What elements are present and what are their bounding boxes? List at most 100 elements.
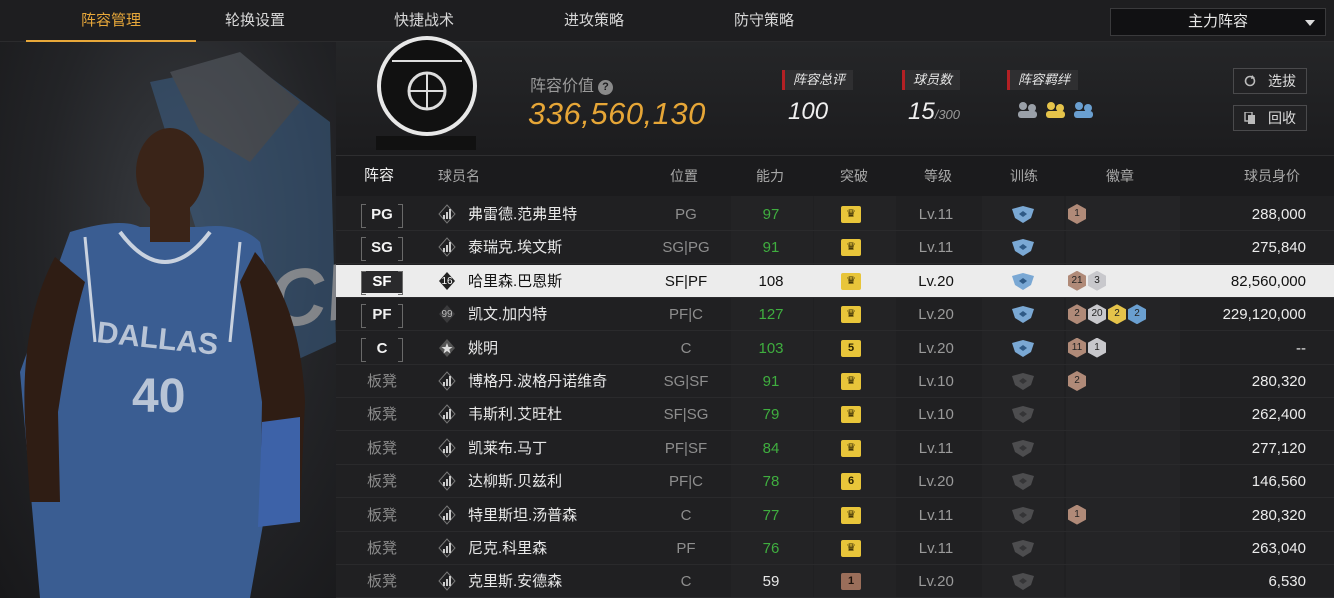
slot-cell: 板凳 <box>360 465 404 498</box>
player-name[interactable]: 凯莱布.马丁 <box>468 432 648 465</box>
training-shield-icon[interactable] <box>1011 339 1035 357</box>
training-shield-icon[interactable] <box>1011 540 1035 557</box>
slot-cell: 板凳 <box>360 532 404 565</box>
crown-icon: ♛ <box>841 406 861 424</box>
slot-cell: 板凳 <box>360 499 404 532</box>
bond-stat: 阵容羁绊 <box>1007 70 1095 120</box>
training-shield-icon[interactable] <box>1011 239 1035 257</box>
player-badge <box>436 198 458 231</box>
player-break: ♛ <box>816 432 886 465</box>
crown-icon: ♛ <box>841 272 861 290</box>
star-badge-icon <box>439 338 455 357</box>
training-shield-icon[interactable] <box>1011 206 1035 223</box>
position-slot: PG <box>361 204 403 228</box>
medal-badge: 3 <box>1088 270 1106 291</box>
table-row[interactable]: C 姚明 C 103 5 Lv.20 11 1 -- <box>336 332 1334 365</box>
players-max: /300 <box>934 107 961 122</box>
player-level: Lv.20 <box>918 573 954 591</box>
lineup-dropdown-value: 主力阵容 <box>1187 13 1248 30</box>
player-name[interactable]: 姚明 <box>468 332 648 365</box>
lineup-dropdown[interactable]: 主力阵容 <box>1110 8 1326 36</box>
player-name[interactable]: 弗雷德.范弗里特 <box>468 198 648 231</box>
medal-badge: 1 <box>1068 504 1086 525</box>
slot-cell: SG <box>360 231 404 264</box>
player-ability: 76 <box>762 540 780 557</box>
player-medals: 2 20 2 2 <box>1068 298 1178 331</box>
player-ability: 103 <box>758 339 784 357</box>
player-badge <box>436 465 458 498</box>
player-badge <box>436 432 458 465</box>
table-row[interactable]: 板凳 博格丹.波格丹诺维奇 SG|SF 91 ♛ Lv.10 2 280,320 <box>336 365 1334 398</box>
table-row[interactable]: SG 泰瑞克.埃文斯 SG|PG 91 ♛ Lv.11 275,840 <box>336 231 1334 265</box>
col-break: 突破 <box>840 168 868 184</box>
training-shield-icon[interactable] <box>1011 406 1035 424</box>
player-price: 280,320 <box>1251 506 1306 524</box>
help-icon[interactable]: ? <box>598 80 614 95</box>
table-row[interactable]: 板凳 克里斯.安德森 C 59 1 Lv.20 6,530 <box>336 565 1334 598</box>
player-medals <box>1068 398 1178 431</box>
tab-offense-strategy[interactable]: 进攻策略 <box>509 0 679 42</box>
medal-badge: 2 <box>1128 304 1146 325</box>
player-ability: 59 <box>762 573 780 591</box>
training-shield-icon[interactable] <box>1011 473 1035 491</box>
chevron-down-icon <box>1305 20 1315 26</box>
player-name[interactable]: 达柳斯.贝兹利 <box>468 465 648 498</box>
player-training <box>996 198 1050 231</box>
training-shield-icon[interactable] <box>1011 506 1035 524</box>
nets-logo <box>376 36 477 150</box>
bond-blue-icon[interactable] <box>1071 100 1095 120</box>
table-row[interactable]: 板凳 尼克.科里森 PF 76 ♛ Lv.11 263,040 <box>336 532 1334 565</box>
table-row[interactable]: PF 99 凯文.加内特 PF|C 127 ♛ Lv.20 2 20 2 2 229,… <box>336 298 1334 332</box>
player-name[interactable]: 哈里森.巴恩斯 <box>468 265 648 298</box>
scout-button-label: 选拔 <box>1268 73 1296 89</box>
training-shield-icon[interactable] <box>1011 439 1035 457</box>
training-shield-icon[interactable] <box>1011 373 1035 390</box>
table-row[interactable]: 板凳 达柳斯.贝兹利 PF|C 78 6 Lv.20 146,560 <box>336 465 1334 499</box>
recycle-button[interactable]: 回收 <box>1233 105 1307 131</box>
player-training <box>996 365 1050 398</box>
tab-defense-strategy[interactable]: 防守策略 <box>679 0 849 42</box>
slot-cell: 板凳 <box>360 398 404 431</box>
player-position: C <box>680 339 692 357</box>
player-position: PF <box>676 540 696 557</box>
bench-label: 板凳 <box>366 406 397 424</box>
slot-cell: PG <box>360 198 404 231</box>
player-portrait: ICE DALLAS 40 <box>0 42 336 598</box>
player-break: ♛ <box>816 499 886 532</box>
player-name[interactable]: 尼克.科里森 <box>468 532 648 565</box>
lineup-value: 336,560,130 <box>528 96 706 131</box>
player-name[interactable]: 韦斯利.艾旺杜 <box>468 398 648 431</box>
training-shield-icon[interactable] <box>1011 573 1035 591</box>
player-name[interactable]: 特里斯坦.汤普森 <box>468 499 648 532</box>
tab-rotation-settings[interactable]: 轮换设置 <box>170 0 340 42</box>
break-level-badge: 1 <box>841 573 861 591</box>
player-price: 263,040 <box>1251 540 1306 557</box>
player-name[interactable]: 博格丹.波格丹诺维奇 <box>468 365 648 398</box>
player-training <box>996 398 1050 431</box>
player-name[interactable]: 克里斯.安德森 <box>468 565 648 598</box>
player-break: 5 <box>816 332 886 365</box>
table-row[interactable]: 板凳 特里斯坦.汤普森 C 77 ♛ Lv.11 1 280,320 <box>336 499 1334 532</box>
rating-bars-icon <box>438 538 456 558</box>
bond-icons[interactable] <box>1007 100 1095 120</box>
training-shield-icon[interactable] <box>1011 272 1035 290</box>
player-break: ♛ <box>816 198 886 231</box>
training-shield-icon[interactable] <box>1011 306 1035 324</box>
table-row[interactable]: PG 弗雷德.范弗里特 PG 97 ♛ Lv.11 1 288,000 <box>336 198 1334 231</box>
player-badge <box>436 532 458 565</box>
bond-silver-icon[interactable] <box>1015 100 1039 120</box>
table-row[interactable]: 板凳 凯莱布.马丁 PF|SF 84 ♛ Lv.11 277,120 <box>336 432 1334 465</box>
crown-icon: ♛ <box>841 239 861 257</box>
player-level: Lv.11 <box>918 506 954 524</box>
table-row[interactable]: SF 16 哈里森.巴恩斯 SF|PF 108 ♛ Lv.20 21 3 82,5… <box>336 264 1334 298</box>
rating-stat: 阵容总评 100 <box>782 70 854 126</box>
player-name[interactable]: 泰瑞克.埃文斯 <box>468 231 648 264</box>
scout-button[interactable]: 选拔 <box>1233 68 1307 94</box>
bond-gold-icon[interactable] <box>1043 100 1067 120</box>
break-level-badge: 6 <box>841 473 861 491</box>
player-ability: 79 <box>762 406 780 424</box>
table-row[interactable]: 板凳 韦斯利.艾旺杜 SF|SG 79 ♛ Lv.10 262,400 <box>336 398 1334 432</box>
col-lineup: 阵容 <box>364 167 395 184</box>
player-name[interactable]: 凯文.加内特 <box>468 298 648 331</box>
refresh-icon <box>1244 75 1256 87</box>
